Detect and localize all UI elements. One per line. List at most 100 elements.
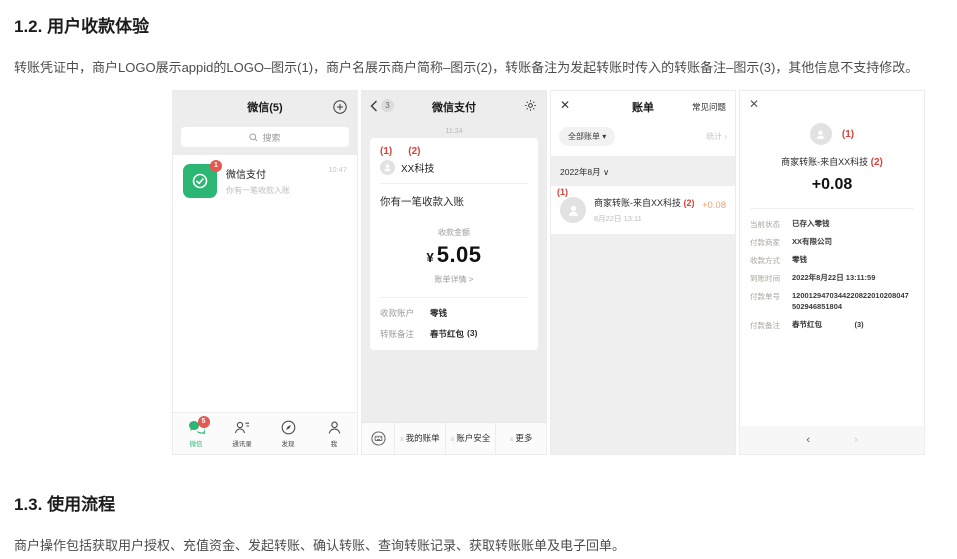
contacts-icon (234, 420, 250, 436)
bill-list-title: 账单 (632, 99, 654, 115)
bill-item-title: 商家转账-来自XX科技 (2) (594, 196, 702, 209)
add-icon[interactable] (333, 100, 347, 114)
amount-number: 5.05 (437, 242, 482, 267)
detail-divider (750, 208, 914, 209)
chat-item-wechat-pay[interactable]: 1 微信支付 你有一笔收款入账 10:47 (173, 155, 357, 207)
wechat-pay-icon: 1 (183, 164, 217, 198)
tab-bar: 5 微信 通讯录 发现 我 (173, 412, 357, 454)
kv-row-account: 收款账户 零钱 (380, 307, 528, 319)
search-placeholder: 搜索 (262, 131, 280, 144)
screenshot-bill-list: ✕ 账单 常见问题 全部账单 ▾ 统计 › 2022年8月 ∨ (1) 商家转账… (550, 90, 736, 455)
close-icon[interactable]: ✕ (749, 97, 759, 111)
menu-item-account-security[interactable]: ≡账户安全 (445, 422, 496, 456)
unread-badge: 1 (210, 160, 222, 172)
payment-notice-text: 你有一笔收款入账 (380, 194, 528, 209)
marker-3: (3) (467, 328, 477, 340)
menu-marker-icon: ≡ (510, 437, 514, 443)
chat-item-time: 10:47 (328, 165, 347, 174)
tab-me-label: 我 (331, 438, 338, 448)
menu-item-my-bills[interactable]: ≡我的账单 (394, 422, 445, 456)
search-icon (249, 133, 258, 142)
section-paragraph-1-2: 转账凭证中，商户LOGO展示appid的LOGO–图示(1)，商户名展示商户简称… (14, 58, 950, 78)
close-icon[interactable]: ✕ (560, 98, 570, 112)
tab-contacts-label: 通讯录 (232, 438, 252, 448)
detail-rows: 当前状态已存入零钱 付款商家XX有限公司 收款方式零钱 到账时间2022年8月2… (740, 219, 924, 331)
bill-item-meta: 商家转账-来自XX科技 (2) 8月22日 13:11 (594, 196, 702, 224)
tab-contacts[interactable]: 通讯录 (219, 413, 265, 454)
tab-discover[interactable]: 发现 (265, 413, 311, 454)
marker-2: (2) (871, 157, 883, 168)
month-group-header[interactable]: 2022年8月 ∨ (551, 156, 735, 186)
prev-arrow-icon[interactable]: ‹ (806, 434, 810, 446)
search-area: 搜索 (173, 123, 357, 155)
bill-list-item[interactable]: (1) 商家转账-来自XX科技 (2) 8月22日 13:11 +0.08 (551, 186, 735, 234)
chat-detail-header: 3 微信支付 (362, 91, 546, 123)
screenshot-payment-message: 3 微信支付 11:24 (1) (2) XX科技 你有一笔收款入账 收款金额 (361, 90, 547, 455)
amount-value: ¥5.05 (380, 242, 528, 268)
merchant-row: XX科技 (380, 160, 528, 175)
menu-item-more[interactable]: ≡更多 (495, 422, 546, 456)
bill-item-time: 8月22日 13:11 (594, 213, 702, 224)
detail-row-status: 当前状态已存入零钱 (750, 219, 914, 230)
currency-symbol: ¥ (426, 250, 433, 265)
figure-markers: (1) (2) (380, 146, 528, 157)
section-heading-1-2: 1.2. 用户收款体验 (14, 12, 149, 37)
payment-notice-card[interactable]: (1) (2) XX科技 你有一笔收款入账 收款金额 ¥5.05 账单详情 > … (370, 138, 538, 350)
detail-row-time: 到账时间2022年8月22日 13:11:59 (750, 273, 914, 284)
filter-dropdown[interactable]: 全部账单 ▾ (559, 127, 615, 146)
menu-marker-icon: ≡ (451, 437, 455, 443)
marker-1: (1) (842, 129, 854, 140)
chat-item-name: 微信支付 (226, 166, 328, 181)
filter-row: 全部账单 ▾ 统计 › (551, 123, 735, 156)
marker-3: (3) (855, 320, 915, 331)
marker-2: (2) (684, 198, 695, 208)
gear-icon[interactable] (524, 99, 537, 112)
chat-item-preview: 你有一笔收款入账 (226, 185, 328, 196)
detail-row-remark: 付款备注春节红包(3) (750, 320, 914, 331)
chat-detail-title: 微信支付 (432, 99, 476, 115)
marker-1: (1) (380, 146, 392, 157)
compass-icon (281, 420, 296, 436)
transfer-amount: +0.08 (740, 176, 924, 194)
next-arrow-icon[interactable]: › (854, 434, 858, 446)
card-divider (380, 183, 528, 184)
search-input[interactable]: 搜索 (181, 127, 349, 147)
kv-label: 收款账户 (380, 307, 430, 319)
transfer-title: 商家转账-来自XX科技 (2) (740, 155, 924, 168)
tab-chats[interactable]: 5 微信 (173, 413, 219, 454)
detail-row-merchant: 付款商家XX有限公司 (750, 237, 914, 248)
screenshot-transfer-detail: ✕ (1) 商家转账-来自XX科技 (2) +0.08 当前状态已存入零钱 付款… (739, 90, 925, 455)
section-paragraph-1-3: 商户操作包括获取用户授权、充值资金、发起转账、确认转账、查询转账记录、获取转账账… (14, 536, 950, 556)
tab-chats-label: 微信 (190, 438, 203, 448)
merchant-avatar (810, 123, 832, 145)
bill-detail-link[interactable]: 账单详情 > (380, 274, 528, 285)
kv-value: 零钱 (430, 307, 447, 319)
back-button[interactable]: 3 (370, 99, 394, 112)
merchant-avatar (380, 160, 395, 175)
figure-phone-screens: 微信(5) 搜索 1 微信支付 你有一笔收款入账 10:47 (172, 90, 925, 455)
tab-chats-badge: 5 (198, 416, 210, 428)
pager-bar: ‹ › (740, 426, 924, 454)
detail-row-order-no: 付款单号120012947034422082201020804750294685… (750, 291, 914, 313)
chat-list-title: 微信(5) (247, 99, 282, 115)
bill-item-amount: +0.08 (702, 200, 726, 211)
tab-discover-label: 发现 (282, 438, 295, 448)
bill-item-avatar (560, 197, 586, 223)
chat-bubbles-icon: 5 (188, 420, 205, 436)
kv-value: 春节红包 (430, 328, 464, 340)
menu-marker-icon: ≡ (400, 437, 404, 443)
chat-list-header: 微信(5) (173, 91, 357, 123)
merchant-name: XX科技 (401, 160, 434, 175)
detail-row-method: 收款方式零钱 (750, 255, 914, 266)
screenshot-chat-list: 微信(5) 搜索 1 微信支付 你有一笔收款入账 10:47 (172, 90, 358, 455)
statistics-link[interactable]: 统计 › (706, 131, 727, 142)
section-heading-1-3: 1.3. 使用流程 (14, 490, 115, 515)
person-icon (327, 420, 342, 436)
faq-link[interactable]: 常见问题 (692, 101, 726, 113)
kv-row-remark: 转账备注 春节红包 (3) (380, 328, 528, 340)
card-divider-2 (380, 297, 528, 298)
marker-2: (2) (408, 146, 420, 157)
chat-item-meta: 微信支付 你有一笔收款入账 (226, 166, 328, 196)
tab-me[interactable]: 我 (311, 413, 357, 454)
keyboard-toggle-icon[interactable] (362, 431, 394, 446)
